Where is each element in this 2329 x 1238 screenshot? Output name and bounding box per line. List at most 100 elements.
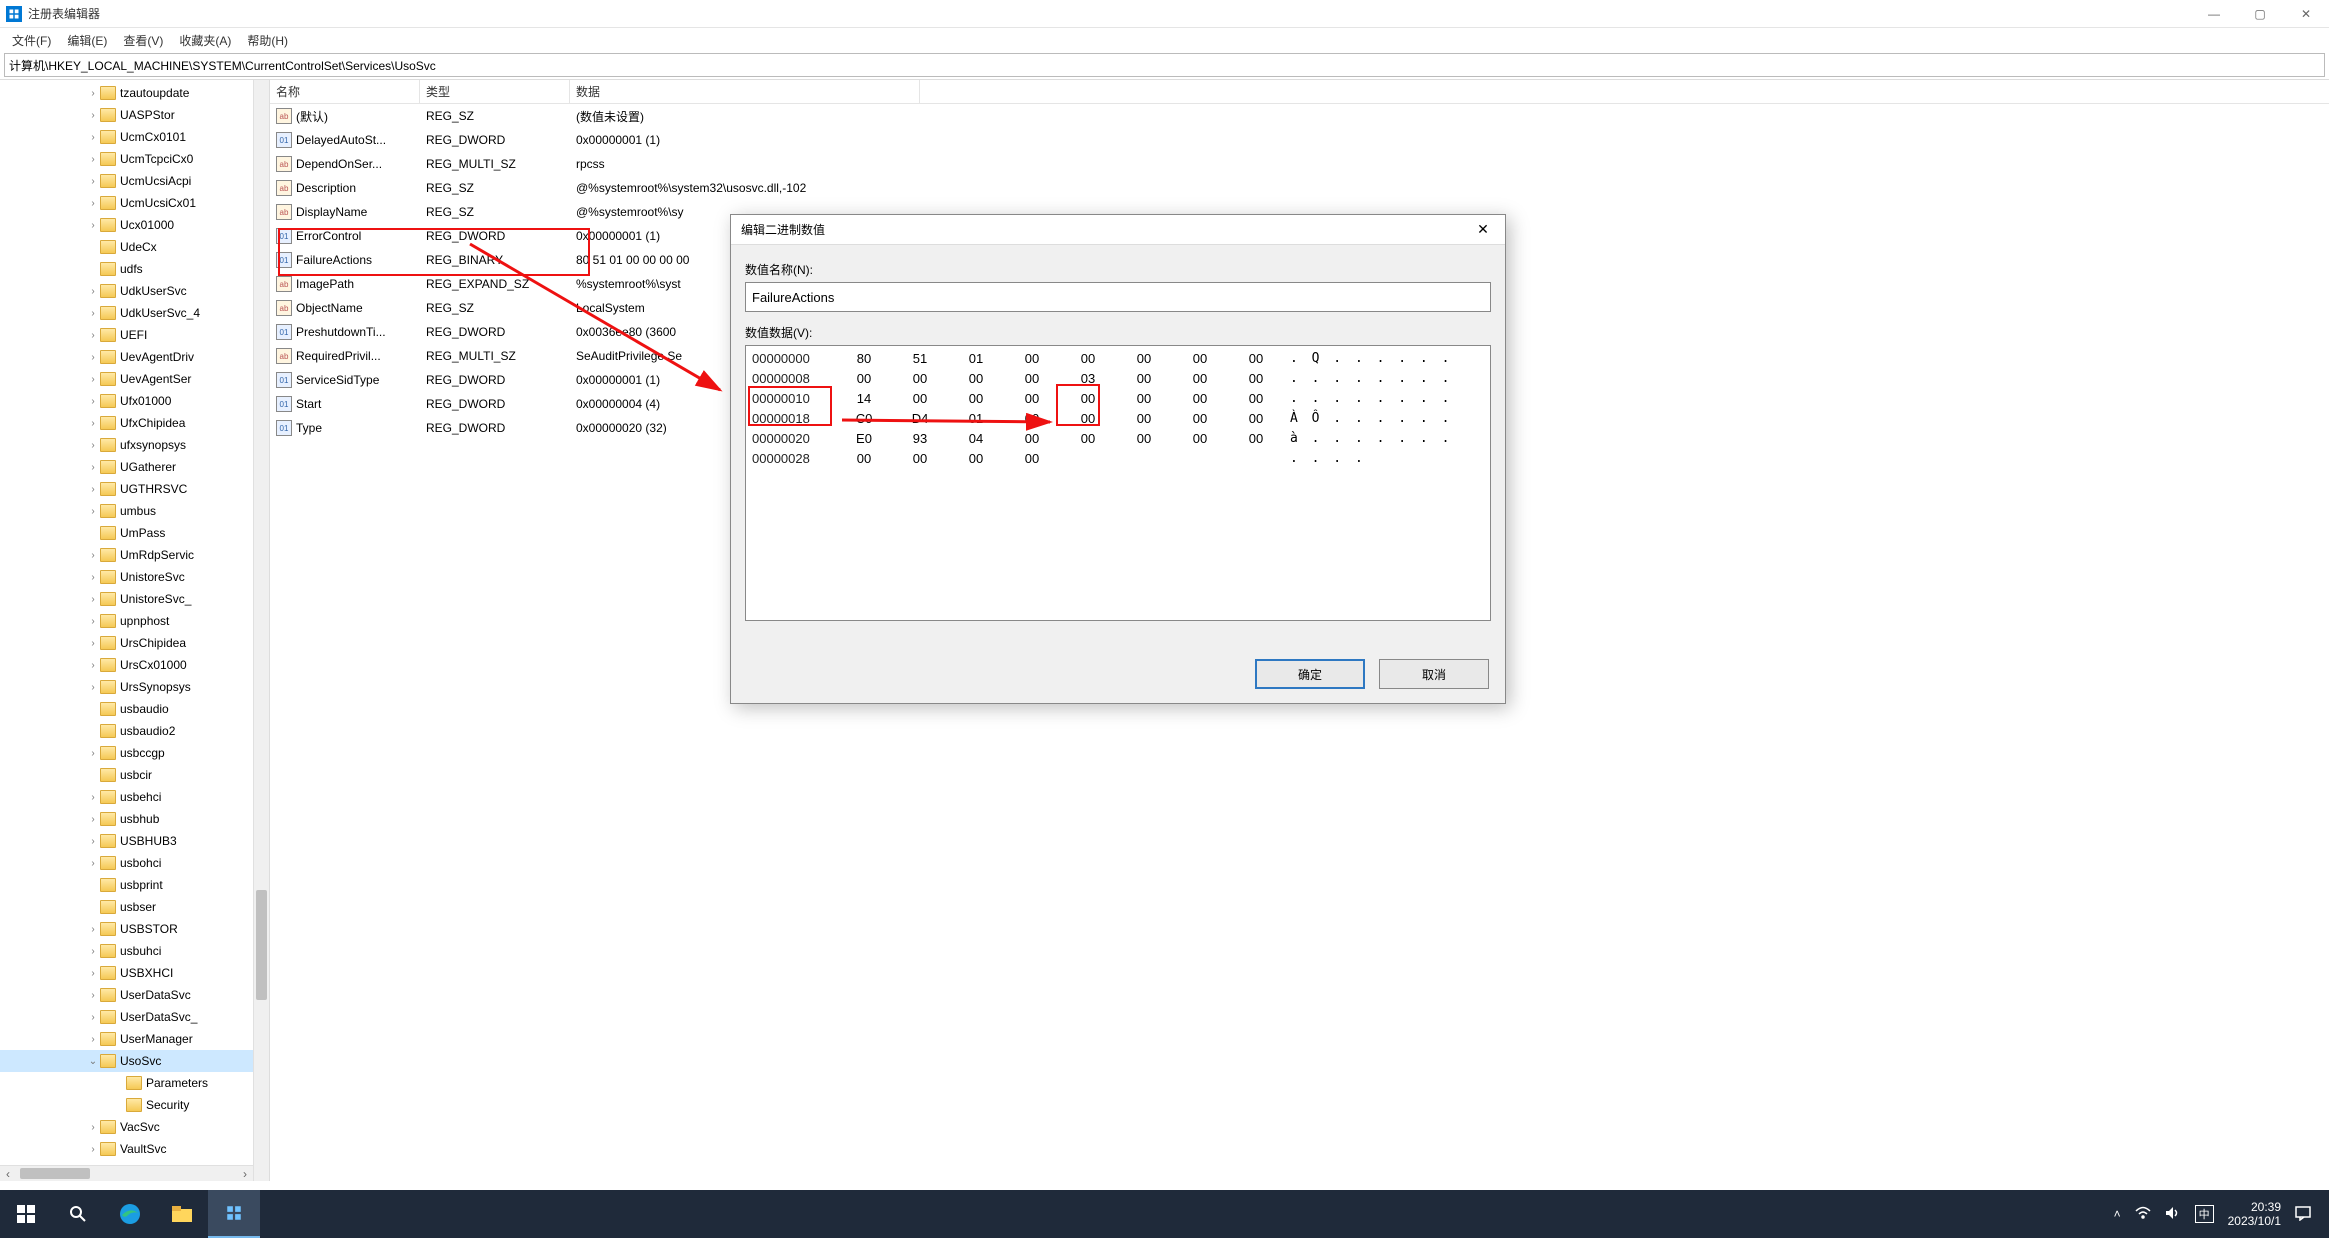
hex-byte[interactable]: 04: [948, 431, 1004, 446]
chevron-icon[interactable]: ›: [86, 1144, 100, 1155]
hex-byte[interactable]: 00: [1228, 351, 1284, 366]
tray-ime[interactable]: 中: [2195, 1205, 2214, 1223]
hex-byte[interactable]: 00: [1004, 391, 1060, 406]
hex-byte[interactable]: 51: [892, 351, 948, 366]
hex-byte[interactable]: 00: [1172, 391, 1228, 406]
chevron-icon[interactable]: ›: [86, 308, 100, 319]
chevron-icon[interactable]: ›: [86, 748, 100, 759]
chevron-icon[interactable]: ›: [86, 1034, 100, 1045]
tray-volume-icon[interactable]: [2165, 1206, 2181, 1223]
hex-byte[interactable]: 00: [1116, 351, 1172, 366]
tree-item[interactable]: ›UrsCx01000: [0, 654, 269, 676]
menu-edit[interactable]: 编辑(E): [59, 32, 115, 49]
tree-item[interactable]: ›UserDataSvc_: [0, 1006, 269, 1028]
chevron-icon[interactable]: ›: [86, 594, 100, 605]
chevron-icon[interactable]: ›: [86, 418, 100, 429]
tree-item[interactable]: ›UcmUcsiCx01: [0, 192, 269, 214]
tree-item[interactable]: ›UGTHRSVC: [0, 478, 269, 500]
hex-byte[interactable]: 00: [1172, 371, 1228, 386]
hex-byte[interactable]: 93: [892, 431, 948, 446]
hex-byte[interactable]: 00: [1004, 411, 1060, 426]
tree-item[interactable]: ›UdkUserSvc: [0, 280, 269, 302]
hex-byte[interactable]: 00: [1116, 391, 1172, 406]
hex-byte[interactable]: E0: [836, 431, 892, 446]
chevron-icon[interactable]: ›: [86, 616, 100, 627]
tray-network-icon[interactable]: [2135, 1206, 2151, 1223]
tree-item[interactable]: ›UevAgentDriv: [0, 346, 269, 368]
hex-byte[interactable]: 00: [892, 451, 948, 466]
tree-item[interactable]: ›usbuhci: [0, 940, 269, 962]
tree-item[interactable]: ›UrsChipidea: [0, 632, 269, 654]
col-header-type[interactable]: 类型: [420, 80, 570, 103]
chevron-icon[interactable]: ›: [86, 550, 100, 561]
tree-vscroll[interactable]: [253, 80, 269, 1181]
tree-item[interactable]: ›tzautoupdate: [0, 82, 269, 104]
chevron-icon[interactable]: ›: [86, 462, 100, 473]
tree-hscroll[interactable]: ‹›: [0, 1165, 253, 1181]
hex-byte[interactable]: 01: [948, 351, 1004, 366]
chevron-icon[interactable]: ›: [86, 1012, 100, 1023]
tray-clock[interactable]: 20:39 2023/10/1: [2228, 1200, 2281, 1229]
hex-editor[interactable]: 000000008051010000000000. Q . . . . . .0…: [745, 345, 1491, 621]
chevron-icon[interactable]: ›: [86, 506, 100, 517]
hex-byte[interactable]: 00: [1228, 431, 1284, 446]
hex-byte[interactable]: 00: [1116, 371, 1172, 386]
chevron-icon[interactable]: ›: [86, 858, 100, 869]
tree-item[interactable]: ›umbus: [0, 500, 269, 522]
chevron-icon[interactable]: ›: [86, 154, 100, 165]
menu-view[interactable]: 查看(V): [115, 32, 171, 49]
tray-notifications-icon[interactable]: [2295, 1205, 2311, 1224]
explorer-icon[interactable]: [156, 1190, 208, 1238]
hex-byte[interactable]: 00: [836, 451, 892, 466]
tree-item[interactable]: usbaudio: [0, 698, 269, 720]
chevron-icon[interactable]: ›: [86, 792, 100, 803]
hex-byte[interactable]: 00: [892, 391, 948, 406]
chevron-icon[interactable]: ›: [86, 440, 100, 451]
tree-item[interactable]: ›UcmTcpciCx0: [0, 148, 269, 170]
hex-byte[interactable]: 00: [1004, 351, 1060, 366]
hex-byte[interactable]: D4: [892, 411, 948, 426]
hex-byte[interactable]: 00: [1228, 411, 1284, 426]
chevron-icon[interactable]: ›: [86, 924, 100, 935]
chevron-icon[interactable]: ›: [86, 132, 100, 143]
hex-byte[interactable]: 00: [1172, 431, 1228, 446]
tray-chevron-icon[interactable]: ˄: [2114, 1207, 2121, 1221]
menu-favorites[interactable]: 收藏夹(A): [171, 32, 239, 49]
chevron-icon[interactable]: ›: [86, 352, 100, 363]
chevron-icon[interactable]: ›: [86, 638, 100, 649]
cancel-button[interactable]: 取消: [1379, 659, 1489, 689]
tree-item[interactable]: ›UserManager: [0, 1028, 269, 1050]
col-header-name[interactable]: 名称: [270, 80, 420, 103]
hex-line[interactable]: 000000101400000000000000. . . . . . . .: [746, 388, 1490, 408]
tree-item[interactable]: ›usbohci: [0, 852, 269, 874]
chevron-icon[interactable]: ›: [86, 220, 100, 231]
hex-byte[interactable]: 00: [1172, 411, 1228, 426]
minimize-button[interactable]: ―: [2191, 0, 2237, 28]
tree-item[interactable]: ›USBSTOR: [0, 918, 269, 940]
hex-byte[interactable]: 00: [1004, 431, 1060, 446]
tree-item[interactable]: ›usbhub: [0, 808, 269, 830]
hex-line[interactable]: 00000020E093040000000000à . . . . . . .: [746, 428, 1490, 448]
tree-item[interactable]: ›UcmUcsiAcpi: [0, 170, 269, 192]
hex-line[interactable]: 0000002800000000. . . .: [746, 448, 1490, 468]
hex-line[interactable]: 00000018C0D4010000000000À Ô . . . . . .: [746, 408, 1490, 428]
hex-byte[interactable]: 00: [1060, 411, 1116, 426]
tree-item[interactable]: ›UcmCx0101: [0, 126, 269, 148]
tree-item[interactable]: ›Ufx01000: [0, 390, 269, 412]
hex-byte[interactable]: 00: [892, 371, 948, 386]
tree-item[interactable]: usbser: [0, 896, 269, 918]
tree-item[interactable]: ›UevAgentSer: [0, 368, 269, 390]
hex-byte[interactable]: 00: [1060, 431, 1116, 446]
tree-item[interactable]: ›ufxsynopsys: [0, 434, 269, 456]
hex-byte[interactable]: 01: [948, 411, 1004, 426]
dialog-close-button[interactable]: ✕: [1461, 215, 1505, 245]
tree-item[interactable]: ›upnphost: [0, 610, 269, 632]
hex-byte[interactable]: 00: [836, 371, 892, 386]
tree-item[interactable]: Security: [0, 1094, 269, 1116]
regedit-taskbar-icon[interactable]: [208, 1190, 260, 1238]
hex-byte[interactable]: 00: [948, 451, 1004, 466]
maximize-button[interactable]: ▢: [2237, 0, 2283, 28]
close-button[interactable]: ✕: [2283, 0, 2329, 28]
chevron-icon[interactable]: ›: [86, 396, 100, 407]
hex-byte[interactable]: 00: [948, 391, 1004, 406]
